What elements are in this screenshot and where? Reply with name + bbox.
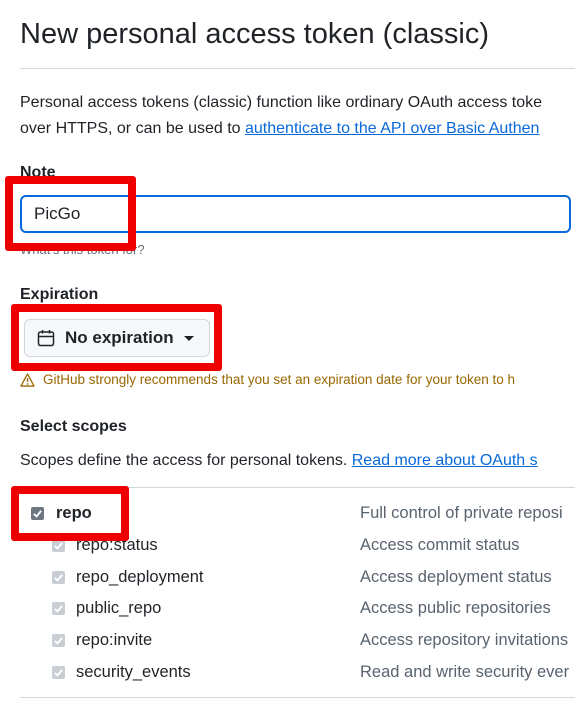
scope-name-repo-status: repo:status [76,536,158,554]
scope-name-repo-invite: repo:invite [76,631,153,649]
calendar-icon [37,330,55,347]
scope-description-public-repo: Access public repositories [360,599,551,617]
note-help-text: What's this token for? [20,242,145,257]
scope-description-repo-invite: Access repository invitations [360,631,569,649]
expiration-selected-value: No expiration [65,328,174,347]
expiration-dropdown[interactable]: No expiration [24,319,210,357]
scope-checkbox-repo-status[interactable] [52,539,65,552]
scope-checkbox-repo-invite[interactable] [52,634,65,647]
scope-checkbox-repo[interactable] [31,507,44,520]
page-description-line-2: over HTTPS, or can be used to authentica… [20,120,539,138]
scopes-description: Scopes define the access for personal to… [20,452,538,470]
scope-description-repo: Full control of private reposi [360,504,563,522]
scope-description-repo-deployment: Access deployment status [360,568,552,586]
expiration-label: Expiration [20,286,99,303]
scope-name-security-events: security_events [76,663,191,681]
scope-checkbox-security-events[interactable] [52,666,65,679]
basic-auth-link[interactable]: authenticate to the API over Basic Authe… [245,120,539,137]
title-divider [20,68,575,69]
check-icon [54,605,63,613]
scope-row-repo-status: repo:status Access commit status [0,532,575,562]
note-label: Note [20,164,56,181]
check-icon [54,669,63,677]
scopes-divider [20,487,575,488]
page-title: New personal access token (classic) [20,18,490,50]
description-prefix: over HTTPS, or can be used to [20,120,245,137]
scope-name-repo: repo [56,504,92,522]
scope-checkbox-repo-deployment[interactable] [52,571,65,584]
scope-row-repo-invite: repo:invite Access repository invitation… [0,627,575,657]
check-icon [54,542,63,550]
expiration-warning: GitHub strongly recommends that you set … [20,372,515,387]
scope-description-repo-status: Access commit status [360,536,520,554]
expiration-warning-text: GitHub strongly recommends that you set … [43,372,515,387]
check-icon [54,637,63,645]
scopes-bottom-divider [20,697,575,698]
scope-row-repo-deployment: repo_deployment Access deployment status [0,564,575,594]
caret-down-icon [183,335,194,341]
scopes-label: Select scopes [20,418,127,435]
scope-name-public-repo: public_repo [76,599,162,617]
check-icon [33,510,42,518]
scope-name-repo-deployment: repo_deployment [76,568,204,586]
scope-description-security-events: Read and write security ever [360,663,570,681]
check-icon [54,574,63,582]
oauth-scopes-link[interactable]: Read more about OAuth s [352,452,538,469]
scope-checkbox-public-repo[interactable] [52,602,65,615]
scope-row-security-events: security_events Read and write security … [0,659,575,689]
scope-row-repo: repo Full control of private reposi [0,500,575,530]
scope-row-public-repo: public_repo Access public repositories [0,595,575,625]
note-input[interactable] [20,195,571,233]
scopes-description-prefix: Scopes define the access for personal to… [20,452,352,469]
alert-icon [20,372,35,387]
page-description-line-1: Personal access tokens (classic) functio… [20,94,543,111]
